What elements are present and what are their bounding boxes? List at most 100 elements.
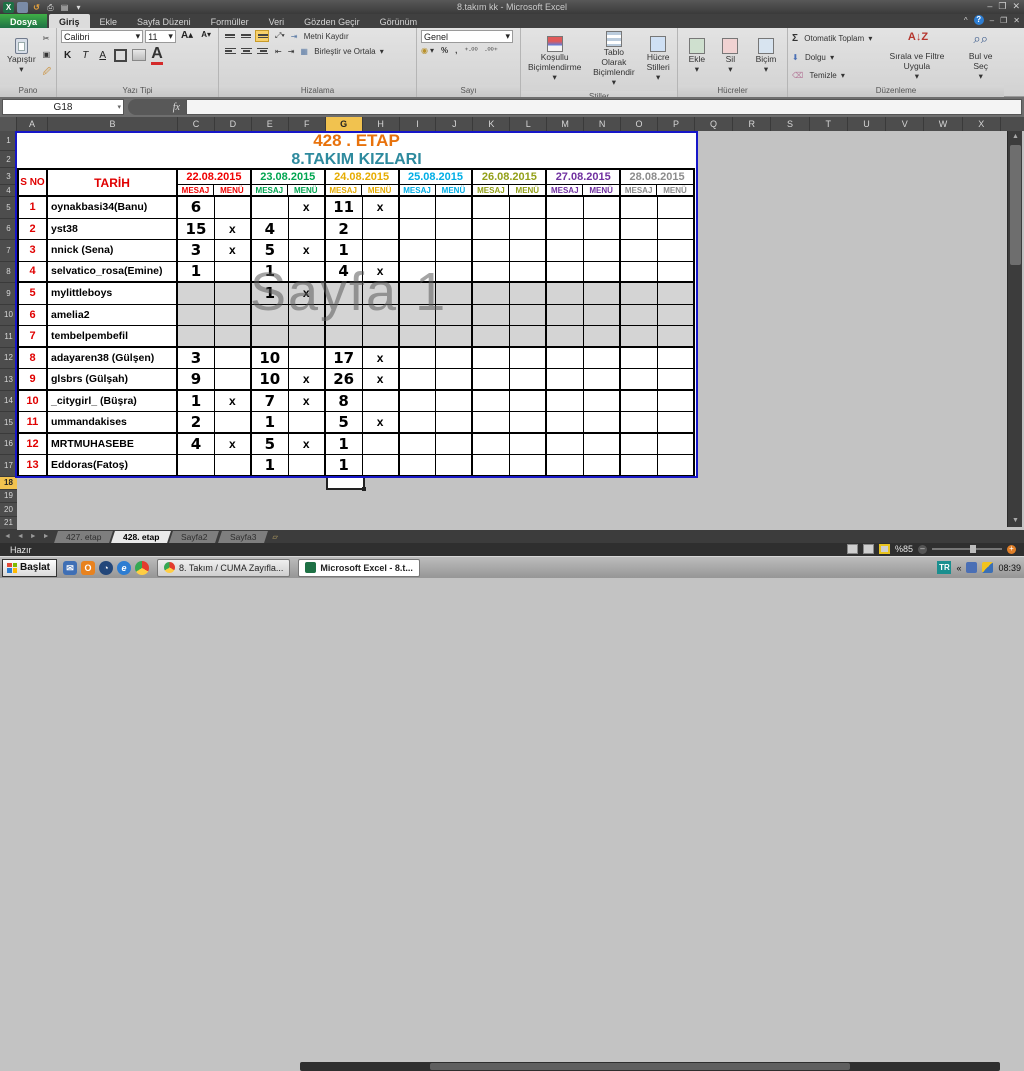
cell[interactable] [621,305,658,327]
cell[interactable] [473,305,510,327]
row-header-4[interactable]: 4 [0,185,17,197]
cell-sno[interactable]: 8 [17,348,48,370]
cell[interactable]: x [215,240,252,262]
internet-explorer-icon[interactable]: e [117,561,131,575]
task-button[interactable]: 8. Takım / CUMA Zayıfla... [157,559,290,577]
cell[interactable] [363,434,400,456]
cell[interactable] [658,434,695,456]
delete-cells-button[interactable]: Sil▾ [719,30,741,83]
cell[interactable]: 1 [178,262,215,284]
column-header-C[interactable]: C [178,117,215,131]
sheet-tab-sayfa2[interactable]: Sayfa2 [169,531,219,543]
cell[interactable]: 3 [178,348,215,370]
cell[interactable] [547,455,584,477]
cell[interactable]: 7 [252,391,289,413]
cell[interactable] [547,262,584,284]
decrease-decimal-button[interactable]: ·⁰⁰⁺ [485,46,498,55]
workbook-close-icon[interactable]: ✕ [1013,16,1020,25]
cell[interactable] [584,283,621,305]
cell[interactable] [584,197,621,219]
cell[interactable] [510,434,547,456]
cell-sno[interactable]: 2 [17,219,48,241]
cell[interactable]: 5 [252,240,289,262]
cell[interactable] [510,197,547,219]
cell[interactable] [400,219,437,241]
cell[interactable]: 10 [252,348,289,370]
insert-function-button[interactable]: fx [128,99,186,115]
cell[interactable]: x [289,391,326,413]
bold-button[interactable]: K [61,50,74,61]
cell-name[interactable]: selvatico_rosa(Emine) [48,262,178,284]
cell-sno[interactable]: 7 [17,326,48,348]
cell[interactable] [547,283,584,305]
ribbon-collapse-icon[interactable]: ^ [964,16,968,25]
cell[interactable]: x [363,197,400,219]
start-button[interactable]: Başlat [2,559,57,577]
cell-name[interactable]: _citygirl_ (Büşra) [48,391,178,413]
task-button[interactable]: Microsoft Excel - 8.t... [298,559,420,577]
cell[interactable] [400,240,437,262]
cell[interactable] [584,240,621,262]
cell[interactable] [473,262,510,284]
cell-name[interactable]: nnick (Sena) [48,240,178,262]
cell[interactable] [621,455,658,477]
column-header-G[interactable]: G [326,117,363,131]
ribbon-tab-dosya[interactable]: Dosya [0,14,47,28]
cell[interactable] [473,391,510,413]
column-header-J[interactable]: J [436,117,473,131]
column-header-F[interactable]: F [289,117,326,131]
cell[interactable] [584,262,621,284]
align-right-button[interactable] [255,45,269,57]
cell[interactable] [215,197,252,219]
sheet-tab-sayfa3[interactable]: Sayfa3 [218,531,268,543]
cell[interactable] [289,219,326,241]
zoom-level[interactable]: %85 [895,544,913,554]
align-left-button[interactable] [223,45,237,57]
cell-name[interactable]: glsbrs (Gülşah) [48,369,178,391]
cell[interactable] [473,348,510,370]
cell[interactable] [621,369,658,391]
cell[interactable]: 26 [326,369,363,391]
cell[interactable] [363,240,400,262]
cell[interactable] [658,455,695,477]
cell[interactable]: 1 [326,434,363,456]
cell[interactable] [510,240,547,262]
cell[interactable] [252,326,289,348]
cell[interactable] [289,412,326,434]
cell[interactable] [400,412,437,434]
cell[interactable] [658,348,695,370]
cell-sno[interactable]: 12 [17,434,48,456]
ribbon-tab-ekle[interactable]: Ekle [90,14,128,28]
cell[interactable] [436,219,473,241]
merge-center-button[interactable]: ▦ Birleştir ve Ortala ▾ [300,47,383,56]
row-header-10[interactable]: 10 [0,305,17,327]
cell[interactable] [584,391,621,413]
cell[interactable]: 4 [178,434,215,456]
cell[interactable] [436,326,473,348]
cell[interactable] [215,348,252,370]
cell[interactable] [363,455,400,477]
increase-decimal-button[interactable]: ⁺·⁰⁰ [464,46,477,55]
format-as-table-button[interactable]: Tablo Olarak Biçimlendir▾ [588,30,639,89]
column-header-E[interactable]: E [252,117,289,131]
insert-worksheet-icon[interactable]: ▱ [268,533,283,541]
shrink-font-button[interactable]: A▾ [198,30,214,43]
format-cells-button[interactable]: Biçim▾ [753,30,780,83]
fill-button[interactable]: ⬇ Dolgu ▾ [792,53,872,62]
horizontal-scroll-thumb[interactable] [430,1063,850,1070]
cell[interactable] [584,434,621,456]
cell[interactable] [473,283,510,305]
workbook-minimize-icon[interactable]: – [990,16,994,25]
cell[interactable]: 9 [178,369,215,391]
row-header-18[interactable]: 18 [0,477,17,490]
row-header-3[interactable]: 3 [0,168,17,185]
cell-name[interactable]: mylittleboys [48,283,178,305]
column-header-S[interactable]: S [771,117,809,131]
page-break-preview-button[interactable] [879,544,890,554]
cell-sno[interactable]: 11 [17,412,48,434]
cell[interactable] [621,283,658,305]
cell[interactable] [658,412,695,434]
cell-sno[interactable]: 13 [17,455,48,477]
cell[interactable] [400,455,437,477]
cell-sno[interactable]: 3 [17,240,48,262]
